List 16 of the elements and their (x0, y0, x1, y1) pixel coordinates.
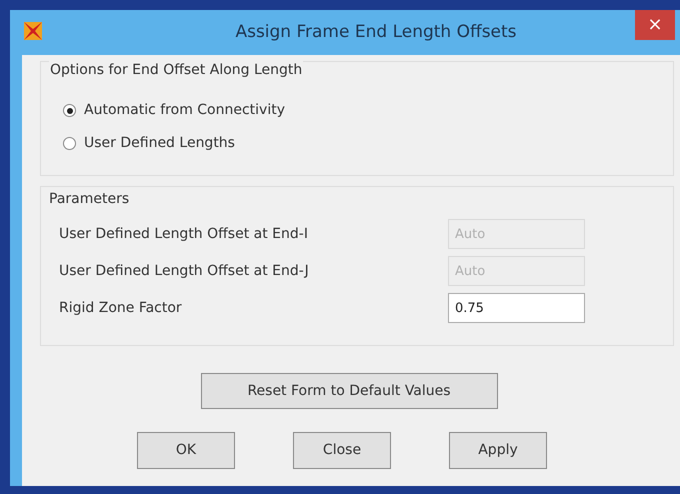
dialog-button[interactable]: Close (293, 432, 391, 469)
field-label: User Defined Length Offset at End-I (59, 224, 309, 244)
dialog-button[interactable]: OK (137, 432, 235, 469)
field-label: User Defined Length Offset at End-J (59, 262, 310, 280)
radio-button[interactable] (63, 104, 76, 117)
radio-label: Automatic from Connectivity (84, 101, 286, 120)
window-title: Assign Frame End Length Offsets (234, 20, 517, 44)
input-field[interactable]: 0.75 (448, 293, 585, 323)
dialog-button[interactable]: Apply (449, 432, 547, 469)
field-label: Rigid Zone Factor (59, 298, 183, 318)
app-logo-icon (22, 20, 44, 42)
close-button[interactable]: × (635, 10, 675, 40)
radio-button[interactable] (63, 137, 76, 150)
reset-button[interactable]: Reset Form to Default Values (200, 373, 498, 409)
radio-label: User Defined Lengths (84, 134, 235, 153)
group-title: Parameters (49, 190, 130, 209)
